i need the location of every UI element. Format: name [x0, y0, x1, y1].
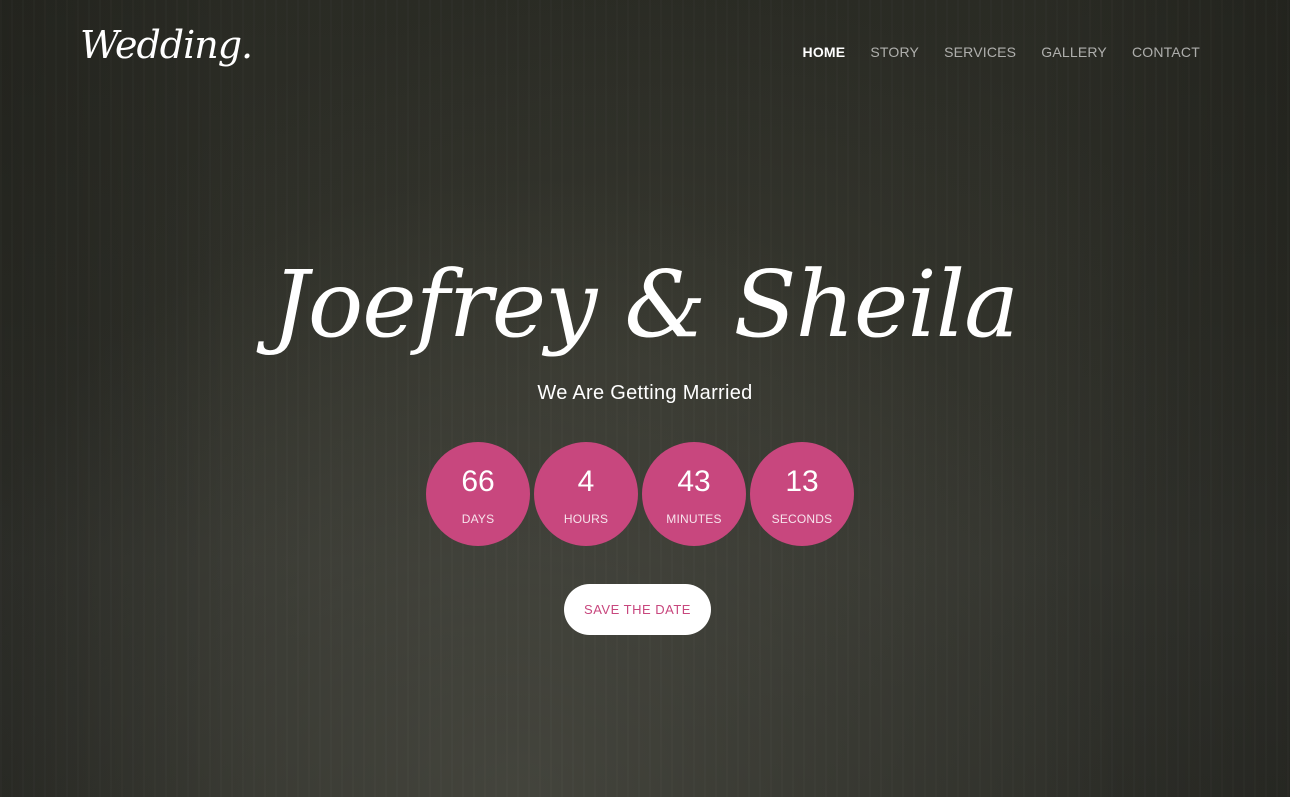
- countdown-minutes-value: 43: [677, 464, 711, 498]
- site-header: Wedding. HOME STORY SERVICES GALLERY CON…: [0, 0, 1290, 110]
- countdown-seconds-label: SECONDS: [771, 511, 833, 526]
- countdown-minutes: 43 MINUTES: [642, 442, 746, 546]
- couple-names: Joefrey & Sheila: [272, 251, 1019, 358]
- site-logo[interactable]: Wedding.: [80, 26, 253, 64]
- countdown-seconds: 13 SECONDS: [750, 442, 854, 546]
- nav-item-services[interactable]: SERVICES: [944, 44, 1016, 60]
- nav-item-story[interactable]: STORY: [870, 44, 919, 60]
- nav-item-gallery[interactable]: GALLERY: [1041, 44, 1107, 60]
- countdown-days: 66 DAYS: [426, 442, 530, 546]
- main-nav: HOME STORY SERVICES GALLERY CONTACT: [803, 44, 1200, 60]
- countdown-timer: 66 DAYS 4 HOURS 43 MINUTES 13 SECONDS: [426, 442, 854, 546]
- nav-item-contact[interactable]: CONTACT: [1132, 44, 1200, 60]
- hero-section: Joefrey & Sheila We Are Getting Married: [0, 240, 1290, 405]
- countdown-days-value: 66: [461, 464, 495, 498]
- countdown-hours-label: HOURS: [563, 511, 609, 526]
- countdown-hours-value: 4: [577, 464, 595, 498]
- countdown-days-label: DAYS: [461, 511, 495, 526]
- nav-item-home[interactable]: HOME: [803, 44, 846, 60]
- countdown-hours: 4 HOURS: [534, 442, 638, 546]
- hero-subtitle: We Are Getting Married: [537, 382, 753, 404]
- countdown-minutes-label: MINUTES: [666, 511, 722, 526]
- countdown-seconds-value: 13: [785, 464, 819, 498]
- save-the-date-button[interactable]: SAVE THE DATE: [564, 584, 711, 635]
